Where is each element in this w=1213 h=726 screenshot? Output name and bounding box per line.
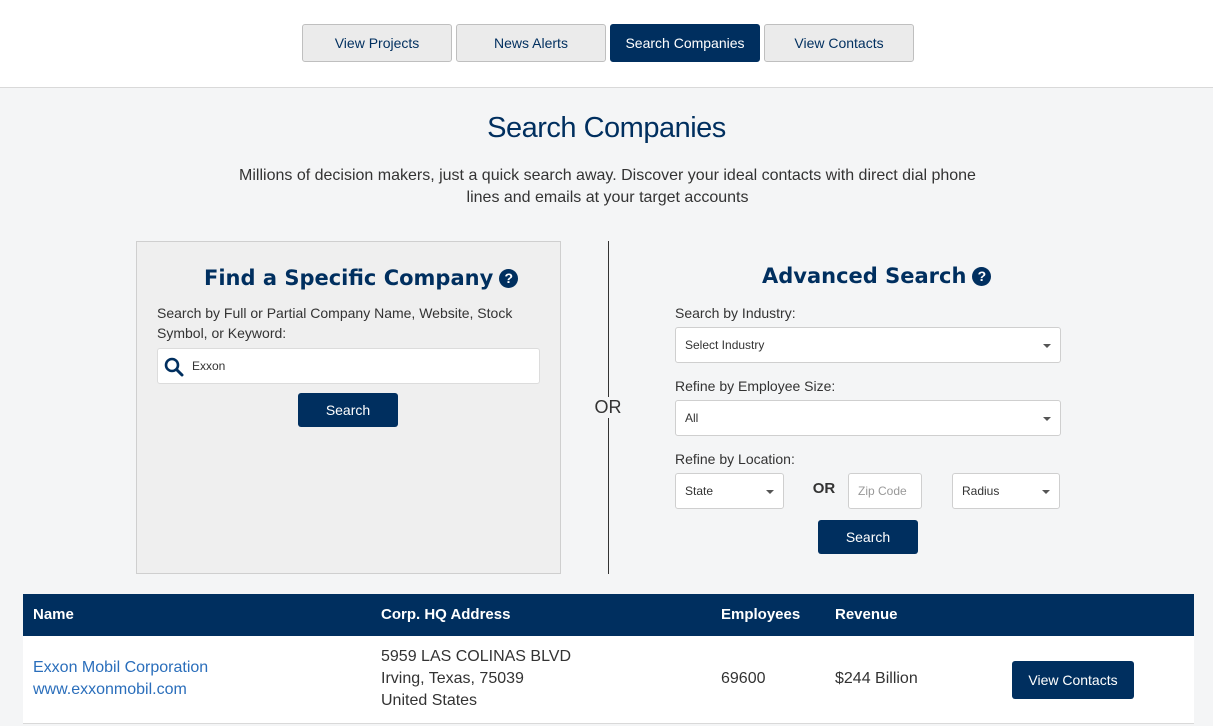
- employee-size-label: Refine by Employee Size:: [675, 378, 836, 394]
- column-header-employees: Employees: [721, 606, 801, 623]
- table-row: Exxon Mobil Corporation www.exxonmobil.c…: [23, 636, 1194, 724]
- nav-news-alerts-button[interactable]: News Alerts: [456, 24, 606, 62]
- results-table-header: Name Corp. HQ Address Employees Revenue: [23, 594, 1194, 636]
- question-circle-icon[interactable]: ?: [972, 266, 992, 286]
- state-select[interactable]: State: [675, 473, 784, 509]
- company-website-link[interactable]: www.exxonmobil.com: [33, 679, 208, 701]
- company-search-input[interactable]: [192, 355, 532, 377]
- find-company-heading: Find a Specific Company ?: [204, 266, 519, 290]
- chevron-down-icon: [1042, 490, 1050, 494]
- question-circle-icon[interactable]: ?: [499, 268, 519, 288]
- company-name-cell: Exxon Mobil Corporation www.exxonmobil.c…: [33, 657, 208, 701]
- address-line-3: United States: [381, 692, 478, 709]
- company-search-box[interactable]: [157, 348, 540, 384]
- employee-size-select[interactable]: All: [675, 400, 1061, 436]
- column-header-address: Corp. HQ Address: [381, 606, 511, 623]
- page-intro: Millions of decision makers, just a quic…: [230, 165, 985, 209]
- company-search-label-line-1: Search by Full or Partial Company Name, …: [157, 305, 513, 321]
- column-header-revenue: Revenue: [835, 606, 898, 623]
- nav-search-companies-button[interactable]: Search Companies: [610, 24, 760, 62]
- location-label: Refine by Location:: [675, 451, 795, 467]
- column-header-name: Name: [33, 606, 74, 623]
- location-or-label: OR: [812, 480, 836, 497]
- chevron-down-icon: [766, 490, 774, 494]
- revenue-cell: $244 Billion: [835, 670, 918, 687]
- intro-line-2: lines and emails at your target accounts: [466, 189, 749, 206]
- company-name-link[interactable]: Exxon Mobil Corporation: [33, 657, 208, 679]
- company-search-label-line-2: Symbol, or Keyword:: [157, 325, 287, 341]
- industry-select[interactable]: Select Industry: [675, 327, 1061, 363]
- top-navigation: View Projects News Alerts Search Compani…: [0, 0, 1213, 88]
- nav-view-contacts-button[interactable]: View Contacts: [764, 24, 914, 62]
- divider-or-label: OR: [588, 397, 628, 418]
- industry-select-value: Select Industry: [685, 338, 765, 352]
- intro-line-1: Millions of decision makers, just a quic…: [239, 167, 976, 184]
- state-select-value: State: [685, 484, 714, 498]
- chevron-down-icon: [1043, 417, 1051, 421]
- address-line-2: Irving, Texas, 75039: [381, 670, 524, 687]
- employees-cell: 69600: [721, 670, 766, 687]
- industry-label: Search by Industry:: [675, 305, 796, 321]
- search-icon: [164, 357, 184, 377]
- company-search-label: Search by Full or Partial Company Name, …: [157, 303, 542, 343]
- radius-select-value: Radius: [962, 484, 1000, 498]
- address-cell: 5959 LAS COLINAS BLVD Irving, Texas, 750…: [381, 646, 571, 712]
- address-line-1: 5959 LAS COLINAS BLVD: [381, 648, 572, 665]
- company-search-button[interactable]: Search: [298, 393, 398, 427]
- zip-code-input[interactable]: [848, 473, 922, 509]
- page-title: Search Companies: [487, 112, 726, 144]
- find-company-heading-text: Find a Specific Company: [204, 266, 494, 290]
- find-company-panel: Find a Specific Company ? Search by Full…: [136, 241, 561, 574]
- radius-select[interactable]: Radius: [952, 473, 1060, 509]
- chevron-down-icon: [1043, 344, 1051, 348]
- nav-view-projects-button[interactable]: View Projects: [302, 24, 452, 62]
- advanced-search-heading-text: Advanced Search: [762, 264, 967, 288]
- advanced-search-button[interactable]: Search: [818, 520, 918, 554]
- view-contacts-button[interactable]: View Contacts: [1012, 661, 1134, 699]
- advanced-search-heading: Advanced Search ?: [762, 264, 992, 288]
- employee-size-select-value: All: [685, 411, 699, 425]
